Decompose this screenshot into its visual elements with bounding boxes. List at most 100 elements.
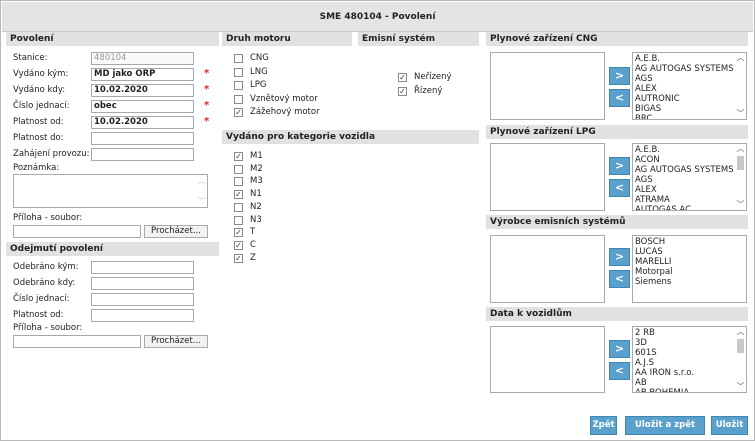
checkbox[interactable]	[234, 81, 243, 90]
list-item[interactable]: AB	[634, 378, 734, 388]
list-item[interactable]: A.E.B.	[634, 145, 734, 155]
list-item[interactable]: ATRAMA	[634, 195, 734, 205]
vydano-kym-field[interactable]: MD jako ORP	[91, 68, 194, 81]
browse-button[interactable]: Procházet...	[144, 225, 208, 238]
list-item[interactable]: Motorpal	[634, 267, 734, 277]
data-vozidla-scrollbar[interactable]: ︿ ﹀	[735, 327, 746, 392]
list-item[interactable]: 601S	[634, 348, 734, 358]
textarea-scrollbar[interactable]: ︿ ﹀	[198, 177, 206, 205]
list-item[interactable]: LUCAS	[634, 247, 734, 257]
odejmuti-priloha-file-field[interactable]	[13, 335, 141, 348]
list-item[interactable]: AGS	[634, 74, 734, 84]
odebrano-kym-field[interactable]	[91, 261, 194, 274]
lpg-scrollbar[interactable]: ︿ ﹀	[735, 144, 746, 210]
list-item[interactable]: Siemens	[634, 277, 734, 287]
data-vozidla-remove-button[interactable]: <	[609, 362, 630, 380]
odebrano-kdy-field[interactable]	[91, 277, 194, 290]
data-vozidla-add-button[interactable]: >	[609, 340, 630, 358]
chevron-up-icon[interactable]: ︿	[735, 53, 746, 63]
checkbox[interactable]: ✓	[234, 240, 243, 250]
list-item[interactable]: ACON	[634, 155, 734, 165]
checkbox-label: CNG	[250, 53, 269, 63]
back-button[interactable]: Zpět	[590, 416, 617, 435]
odebrano-kdy-label: Odebráno kdy:	[13, 278, 76, 288]
platnost-do-field[interactable]	[91, 132, 194, 145]
data-vozidla-available-list[interactable]: 2 RB 3D 601S A.J.S AA IRON s.r.o. AB AB BOHEMI…	[632, 326, 747, 393]
odejmuti-browse-button[interactable]: Procházet...	[144, 335, 208, 348]
checkbox[interactable]: ✓	[234, 228, 243, 238]
scroll-thumb[interactable]	[737, 339, 744, 353]
chevron-up-icon[interactable]: ︿	[735, 144, 746, 154]
list-item[interactable]: AB BOHEMIA	[634, 388, 734, 392]
checkbox[interactable]	[234, 202, 243, 212]
list-item[interactable]: ALEX	[634, 185, 734, 195]
chevron-up-icon[interactable]: ︿	[199, 177, 206, 185]
chevron-down-icon[interactable]: ﹀	[735, 382, 746, 392]
list-item[interactable]: A.E.B.	[634, 54, 734, 64]
checkbox[interactable]: ✓	[234, 190, 243, 200]
priloha-file-field[interactable]	[13, 225, 141, 238]
checkbox[interactable]: ✓	[234, 108, 243, 117]
list-item[interactable]: AA IRON s.r.o.	[634, 368, 734, 378]
cng-add-button[interactable]: >	[609, 67, 630, 85]
required-marker: *	[204, 84, 210, 95]
required-marker: *	[204, 100, 210, 111]
cng-available-list[interactable]: A.E.B. AG AUTOGAS SYSTEMS AGS ALEX AUTRONIC B…	[632, 52, 747, 120]
list-item[interactable]: BOSCH	[634, 237, 734, 247]
vyrobce-options: BOSCH LUCAS MARELLI Motorpal Siemens	[634, 237, 734, 287]
checkbox[interactable]	[234, 177, 243, 187]
checkbox[interactable]	[234, 54, 243, 63]
lpg-heading: Plynové zařízení LPG	[486, 125, 748, 139]
zahajeni-provozu-field[interactable]	[91, 148, 194, 161]
lpg-available-list[interactable]: A.E.B. ACON AG AUTOGAS SYSTEMS AGS ALEX ATRAM…	[632, 143, 747, 211]
checkbox-label: LPG	[250, 80, 267, 90]
chevron-down-icon[interactable]: ﹀	[735, 200, 746, 210]
cng-scrollbar[interactable]: ︿ ﹀	[735, 53, 746, 119]
checkbox[interactable]	[234, 67, 243, 77]
odejmuti-platnost-od-field[interactable]	[91, 309, 194, 322]
list-item[interactable]: AUTRONIC	[634, 94, 734, 104]
checkbox[interactable]: ✓	[234, 152, 243, 161]
lpg-selected-list[interactable]	[490, 143, 605, 211]
list-item[interactable]: 2 RB	[634, 328, 734, 338]
list-item[interactable]: A.J.S	[634, 358, 734, 368]
list-item[interactable]: ALEX	[634, 84, 734, 94]
vyrobce-remove-button[interactable]: <	[609, 270, 630, 288]
checkbox-label: N1	[250, 189, 262, 200]
poznamka-textarea[interactable]: ︿ ﹀	[13, 174, 208, 208]
lpg-remove-button[interactable]: <	[609, 179, 630, 197]
list-item[interactable]: AUTOGAS AC	[634, 205, 734, 210]
checkbox[interactable]	[234, 164, 243, 174]
lpg-add-button[interactable]: >	[609, 157, 630, 175]
chevron-up-icon[interactable]: ︿	[735, 327, 746, 337]
checkbox[interactable]: ✓	[234, 253, 243, 263]
list-item[interactable]: MARELLI	[634, 257, 734, 267]
list-item[interactable]: AG AUTOGAS SYSTEMS	[634, 64, 734, 74]
checkbox[interactable]: ✓	[398, 73, 407, 82]
list-item[interactable]: BRC	[634, 114, 734, 119]
checkbox[interactable]	[234, 215, 243, 225]
chevron-down-icon[interactable]: ﹀	[735, 109, 746, 119]
platnost-od-field[interactable]: 10.02.2020	[91, 116, 194, 129]
list-item[interactable]: AG AUTOGAS SYSTEMS	[634, 165, 734, 175]
data-vozidla-selected-list[interactable]	[490, 326, 605, 393]
save-and-back-button[interactable]: Uložit a zpět	[625, 416, 705, 435]
vyrobce-selected-list[interactable]	[490, 235, 605, 303]
vydano-kdy-field[interactable]: 10.02.2020	[91, 84, 194, 97]
cng-selected-list[interactable]	[490, 52, 605, 120]
checkbox-label: Vznětový motor	[250, 93, 318, 104]
chevron-down-icon[interactable]: ﹀	[199, 197, 206, 205]
checkbox[interactable]: ✓	[398, 86, 407, 96]
vyrobce-add-button[interactable]: >	[609, 248, 630, 266]
vyrobce-available-list[interactable]: BOSCH LUCAS MARELLI Motorpal Siemens	[632, 235, 747, 303]
cng-heading: Plynové zařízení CNG	[486, 32, 748, 46]
checkbox[interactable]	[234, 94, 243, 104]
list-item[interactable]: AGS	[634, 175, 734, 185]
cislo-jednaci-field[interactable]: obec	[91, 100, 194, 113]
list-item[interactable]: BIGAS	[634, 104, 734, 114]
odejmuti-cislo-jednaci-field[interactable]	[91, 293, 194, 306]
save-button[interactable]: Uložit	[711, 416, 748, 435]
list-item[interactable]: 3D	[634, 338, 734, 348]
scroll-thumb[interactable]	[737, 156, 744, 170]
cng-remove-button[interactable]: <	[609, 89, 630, 107]
